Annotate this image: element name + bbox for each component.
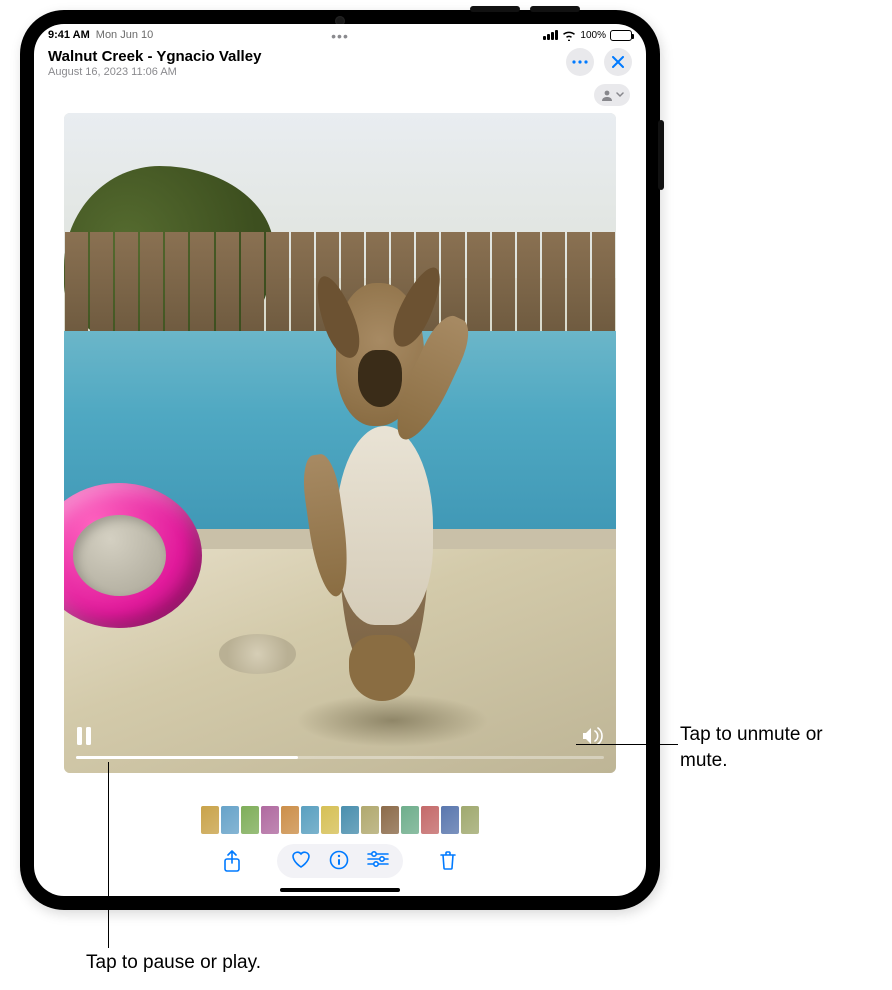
pause-button[interactable] (76, 727, 92, 745)
page-title: Walnut Creek - Ygnacio Valley (48, 48, 261, 65)
filmstrip-thumb[interactable] (341, 806, 359, 834)
ipad-device-frame: ••• 9:41 AM Mon Jun 10 100% Walnut Cree (20, 10, 660, 910)
people-chip[interactable] (594, 84, 630, 106)
filmstrip-thumb[interactable] (441, 806, 459, 834)
filmstrip-thumb[interactable] (201, 806, 219, 834)
battery-icon (610, 30, 632, 41)
callout-play: Tap to pause or play. (86, 950, 261, 976)
battery-percent: 100% (580, 30, 606, 41)
filmstrip[interactable] (34, 798, 646, 838)
photo-content (64, 113, 616, 773)
filmstrip-thumb[interactable] (381, 806, 399, 834)
multitask-dots-icon[interactable]: ••• (331, 28, 349, 44)
trash-icon (439, 850, 457, 870)
adjust-icon (367, 850, 389, 868)
share-icon (223, 850, 241, 872)
scrubber-progress (76, 756, 298, 759)
favorite-button[interactable] (291, 850, 311, 872)
people-icon (600, 89, 614, 101)
filmstrip-thumb[interactable] (421, 806, 439, 834)
filmstrip-thumb[interactable] (321, 806, 339, 834)
status-date: Mon Jun 10 (96, 29, 153, 41)
bottom-toolbar (34, 838, 646, 882)
filmstrip-thumb[interactable] (241, 806, 259, 834)
cellular-signal-icon (543, 30, 558, 40)
info-icon (329, 850, 349, 870)
adjust-button[interactable] (367, 850, 389, 872)
volume-icon (582, 727, 604, 745)
page-subtitle: August 16, 2023 11:06 AM (48, 66, 261, 78)
info-button[interactable] (329, 850, 349, 872)
close-icon (612, 56, 624, 68)
pause-icon (76, 727, 92, 745)
chevron-down-icon (616, 91, 624, 99)
filmstrip-thumb[interactable] (221, 806, 239, 834)
screen: ••• 9:41 AM Mon Jun 10 100% Walnut Cree (34, 24, 646, 896)
volume-button[interactable] (582, 727, 604, 745)
delete-button[interactable] (433, 844, 463, 878)
home-indicator[interactable] (280, 888, 400, 892)
photo-header: Walnut Creek - Ygnacio Valley August 16,… (34, 46, 646, 84)
more-icon (572, 60, 588, 64)
video-scrubber[interactable] (76, 756, 604, 759)
heart-icon (291, 850, 311, 868)
volume-down-hardware (530, 6, 580, 12)
power-button (658, 120, 664, 190)
dog-subject (274, 245, 495, 720)
filmstrip-thumb[interactable] (401, 806, 419, 834)
close-button[interactable] (604, 48, 632, 76)
callout-mute: Tap to unmute or mute. (680, 722, 870, 773)
filmstrip-thumb[interactable] (461, 806, 479, 834)
share-button[interactable] (217, 844, 247, 878)
filmstrip-thumb[interactable] (281, 806, 299, 834)
volume-up-hardware (470, 6, 520, 12)
filmstrip-thumb[interactable] (361, 806, 379, 834)
wifi-icon (562, 30, 576, 41)
filmstrip-thumb[interactable] (261, 806, 279, 834)
more-button[interactable] (566, 48, 594, 76)
callout-leader (108, 762, 109, 948)
callout-leader (576, 744, 678, 745)
filmstrip-thumb[interactable] (301, 806, 319, 834)
media-viewport[interactable] (34, 84, 646, 798)
status-time: 9:41 AM (48, 29, 90, 41)
